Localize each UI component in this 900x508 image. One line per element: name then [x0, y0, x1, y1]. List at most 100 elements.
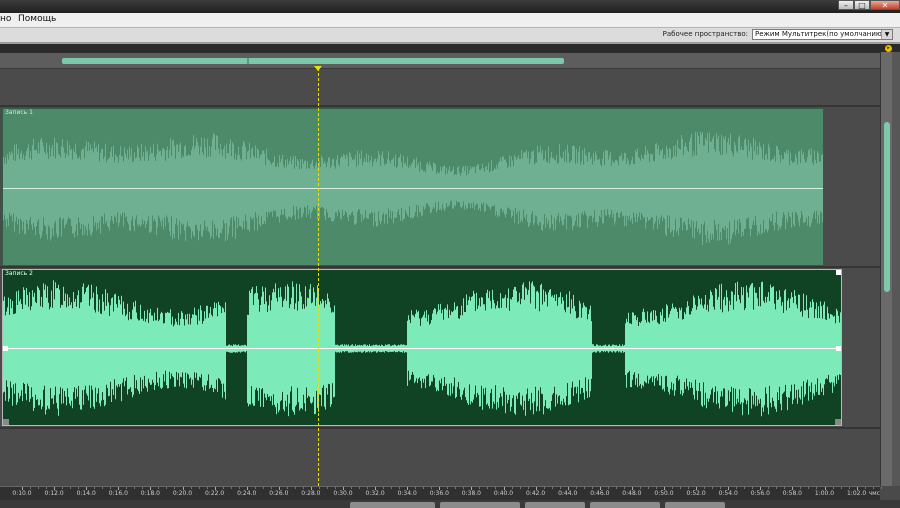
ruler-tick-label: 1:02.0 [846, 490, 867, 497]
workspace-value: Режим Мультитрек(по умолчанию) [755, 30, 885, 38]
ruler-tick-label: 0:48.0 [622, 490, 642, 497]
ruler-tick-label: 0:36.0 [429, 490, 449, 497]
ruler-minor-tick [126, 487, 128, 489]
transport-button[interactable] [665, 502, 725, 508]
ruler-minor-tick [623, 487, 625, 489]
volume-envelope-handle[interactable] [836, 346, 841, 351]
ruler-minor-tick [206, 487, 208, 489]
minimize-button[interactable]: – [838, 0, 854, 10]
ruler-minor-tick [776, 487, 778, 489]
ruler-minor-tick [70, 487, 72, 489]
window-controls: – □ ✕ [838, 0, 900, 11]
clip-name: Запись 2 [5, 270, 33, 277]
clip-fade-handle[interactable] [835, 419, 841, 425]
chevron-down-icon[interactable]: ▼ [881, 30, 892, 39]
time-ruler-unit: чмс [868, 490, 880, 497]
playhead-marker-icon[interactable] [314, 66, 322, 71]
ruler-minor-tick [720, 487, 722, 489]
ruler-minor-tick [551, 487, 553, 489]
ruler-minor-tick [302, 487, 304, 489]
ruler-minor-tick [519, 487, 521, 489]
panel-menu-icon[interactable]: ▸ [885, 45, 892, 52]
ruler-minor-tick [816, 487, 818, 489]
ruler-minor-tick [46, 487, 48, 489]
ruler-minor-tick [423, 487, 425, 489]
ruler-minor-tick [639, 487, 641, 489]
ruler-minor-tick [527, 487, 529, 489]
ruler-minor-tick [752, 487, 754, 489]
ruler-minor-tick [158, 487, 160, 489]
ruler-minor-tick [230, 487, 232, 489]
ruler-tick-label: 1:00.0 [814, 490, 835, 497]
ruler-minor-tick [543, 487, 545, 489]
ruler-minor-tick [383, 487, 385, 489]
ruler-minor-tick [334, 487, 336, 489]
ruler-tick-label: 0:30.0 [333, 490, 353, 497]
menu-item-help[interactable]: Помощь [18, 14, 56, 24]
volume-envelope-handle[interactable] [3, 346, 8, 351]
playhead[interactable] [318, 68, 319, 486]
ruler-minor-tick [447, 487, 449, 489]
time-ruler[interactable]: чмс 0:10.0 0:12.0 0:14.0 0:16.0 0:18.0 0:20.0… [0, 486, 882, 501]
ruler-minor-tick [359, 487, 361, 489]
menu-item-window[interactable]: но [0, 14, 11, 24]
ruler-minor-tick [166, 487, 168, 489]
ruler-tick-label: 0:34.0 [397, 490, 417, 497]
side-panel-strip [892, 52, 900, 486]
ruler-minor-tick [286, 487, 288, 489]
visible-range-bar[interactable] [62, 58, 564, 64]
ruler-minor-tick [238, 487, 240, 489]
ruler-minor-tick [784, 487, 786, 489]
ruler-minor-tick [38, 487, 40, 489]
window-titlebar: – □ ✕ [0, 0, 900, 13]
ruler-minor-tick [744, 487, 746, 489]
ruler-minor-tick [880, 487, 882, 489]
ruler-tick-label: 0:40.0 [493, 490, 514, 497]
ruler-minor-tick [190, 487, 192, 489]
workspace-select[interactable]: Режим Мультитрек(по умолчанию) ▼ [752, 29, 893, 40]
ruler-tick-label: 0:16.0 [108, 490, 128, 497]
waveform-center-line [3, 348, 841, 349]
audio-clip-1[interactable]: Запись 1 [2, 108, 824, 266]
ruler-minor-tick [479, 487, 481, 489]
clip-fade-handle[interactable] [3, 419, 9, 425]
ruler-tick-label: 0:46.0 [590, 490, 610, 497]
ruler-tick-label: 0:26.0 [269, 490, 289, 497]
ruler-minor-tick [808, 487, 810, 489]
ruler-tick-label: 0:52.0 [686, 490, 706, 497]
zoom-navigator[interactable] [0, 53, 880, 69]
transport-bar [0, 500, 900, 508]
ruler-tick-label: 0:32.0 [365, 490, 385, 497]
ruler-minor-tick [399, 487, 401, 489]
ruler-tick-label: 0:54.0 [718, 490, 738, 497]
ruler-minor-tick [864, 487, 866, 489]
ruler-minor-tick [174, 487, 176, 489]
ruler-tick-label: 0:24.0 [237, 490, 257, 497]
transport-button[interactable] [590, 502, 660, 508]
scrollbar-thumb[interactable] [884, 122, 890, 292]
maximize-button[interactable]: □ [854, 0, 870, 10]
ruler-minor-tick [391, 487, 393, 489]
close-button[interactable]: ✕ [870, 0, 900, 10]
workspace-bar: Рабочее пространство: Режим Мультитрек(п… [0, 28, 900, 43]
track-lane-empty-bottom[interactable] [0, 429, 880, 486]
ruler-tick-label: 0:44.0 [558, 490, 578, 497]
transport-button[interactable] [525, 502, 585, 508]
ruler-tick-label: 0:18.0 [140, 490, 160, 497]
ruler-tick-label: 0:14.0 [76, 490, 96, 497]
ruler-minor-tick [455, 487, 457, 489]
transport-button[interactable] [350, 502, 435, 508]
ruler-minor-tick [222, 487, 224, 489]
clip-trim-handle[interactable] [836, 270, 841, 275]
ruler-minor-tick [575, 487, 577, 489]
ruler-minor-tick [142, 487, 144, 489]
transport-button[interactable] [440, 502, 520, 508]
ruler-minor-tick [30, 487, 32, 489]
ruler-minor-tick [102, 487, 104, 489]
track-lane-empty-top[interactable] [0, 69, 880, 107]
audio-clip-2[interactable]: Запись 2 [2, 269, 842, 426]
ruler-minor-tick [655, 487, 657, 489]
visible-range-divider [247, 58, 249, 64]
ruler-minor-tick [94, 487, 96, 489]
ruler-minor-tick [768, 487, 770, 489]
